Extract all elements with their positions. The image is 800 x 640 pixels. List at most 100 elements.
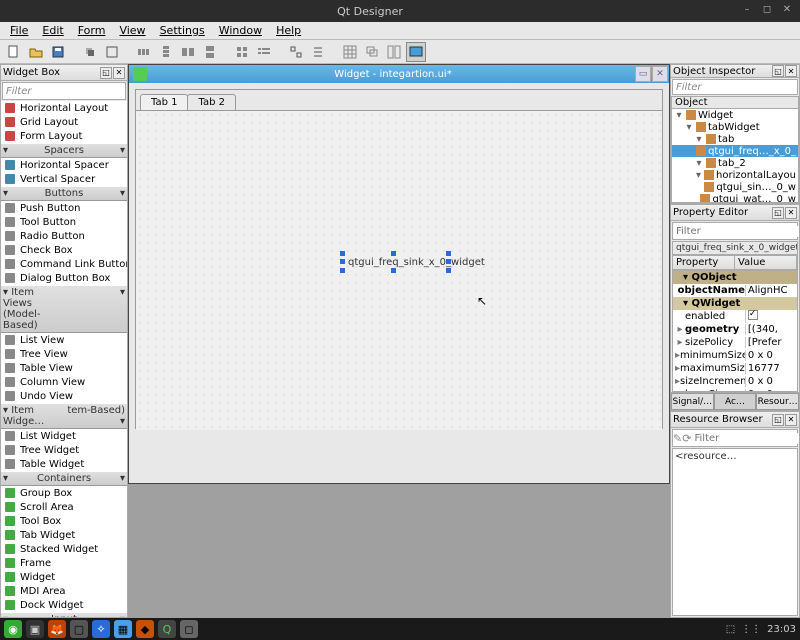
send-back-icon[interactable] bbox=[80, 42, 100, 62]
cascade-icon[interactable] bbox=[362, 42, 382, 62]
oi-tree-item[interactable]: ▾tab bbox=[672, 133, 798, 145]
layout-form-icon[interactable] bbox=[254, 42, 274, 62]
resize-handle[interactable] bbox=[391, 268, 396, 273]
terminal-icon[interactable]: ▢ bbox=[70, 620, 88, 638]
widget-item[interactable]: Stacked Widget bbox=[1, 542, 127, 556]
form-close-icon[interactable]: ✕ bbox=[652, 66, 668, 82]
widget-category[interactable]: ▾ Item Views (Model-Based) ▾ bbox=[1, 285, 127, 333]
save-icon[interactable] bbox=[48, 42, 68, 62]
widget-item[interactable]: Column View bbox=[1, 375, 127, 389]
pe-tab-signals[interactable]: Signal/… bbox=[671, 393, 714, 410]
oi-tree-item[interactable]: qtgui_wat…_0_w bbox=[672, 193, 798, 203]
dock-close-icon[interactable]: ✕ bbox=[785, 65, 797, 77]
widget-item[interactable]: Group Box bbox=[1, 486, 127, 500]
dock-close-icon[interactable]: ✕ bbox=[785, 207, 797, 219]
widget-item[interactable]: List Widget bbox=[1, 429, 127, 443]
widget-item[interactable]: Dialog Button Box bbox=[1, 271, 127, 285]
widget-item[interactable]: MDI Area bbox=[1, 584, 127, 598]
pe-tab-actions[interactable]: Ac… bbox=[714, 393, 757, 410]
rb-filter-input[interactable] bbox=[691, 433, 800, 444]
tab-widget[interactable]: Tab 1 Tab 2 qtgui_freq_sink_x_0_widget bbox=[135, 89, 663, 429]
widget-item[interactable]: Grid Layout bbox=[1, 115, 127, 129]
network-icon[interactable]: ⋮⋮ bbox=[741, 624, 761, 635]
clock[interactable]: 23:03 bbox=[767, 624, 796, 635]
pe-group[interactable]: ▾ QObject bbox=[673, 271, 797, 284]
maximize-icon[interactable]: ◻ bbox=[760, 4, 774, 18]
pe-property-row[interactable]: ▸sizePolicy[Prefer bbox=[673, 336, 797, 349]
pe-table[interactable]: ▾ QObjectobjectNameAlignHC▾ QWidgetenabl… bbox=[672, 270, 798, 392]
widget-item[interactable]: Scroll Area bbox=[1, 500, 127, 514]
oi-tree-item[interactable]: ▾tab_2 bbox=[672, 157, 798, 169]
selected-widget[interactable]: qtgui_freq_sink_x_0_widget bbox=[346, 256, 487, 269]
pe-property-row[interactable]: ▸maximumSize16777 bbox=[673, 362, 797, 375]
dock-close-icon[interactable]: ✕ bbox=[785, 414, 797, 426]
resize-handle[interactable] bbox=[446, 251, 451, 256]
widget-category[interactable]: ▾Buttons▾ bbox=[1, 186, 127, 201]
menu-settings[interactable]: Settings bbox=[154, 23, 211, 38]
dock-float-icon[interactable]: ◱ bbox=[772, 414, 784, 426]
dock-close-icon[interactable]: ✕ bbox=[113, 67, 125, 79]
widget-item[interactable]: Tree Widget bbox=[1, 443, 127, 457]
qt-designer-task-icon[interactable]: Q bbox=[158, 620, 176, 638]
widget-item[interactable]: Table Widget bbox=[1, 457, 127, 471]
widget-item[interactable]: Undo View bbox=[1, 389, 127, 403]
form-minimize-icon[interactable]: ▭ bbox=[635, 66, 651, 82]
oi-tree-item[interactable]: ▾tabWidget bbox=[672, 121, 798, 133]
dock-float-icon[interactable]: ◱ bbox=[772, 65, 784, 77]
tab-page[interactable]: qtgui_freq_sink_x_0_widget ↖ bbox=[136, 110, 662, 430]
resize-handle[interactable] bbox=[340, 251, 345, 256]
oi-column-header[interactable]: Object bbox=[671, 96, 799, 108]
oi-tree-item[interactable]: qtgui_freq…_x_0_ bbox=[672, 145, 798, 157]
rb-body[interactable]: <resource… bbox=[672, 448, 798, 616]
design-canvas[interactable]: Widget - integartion.ui* ▭ ✕ Tab 1 Tab 2… bbox=[128, 64, 670, 618]
start-menu-icon[interactable]: ◉ bbox=[4, 620, 22, 638]
pe-property-row[interactable]: ▸sizeIncrement0 x 0 bbox=[673, 375, 797, 388]
pe-tab-resources[interactable]: Resour… bbox=[756, 393, 799, 410]
app3-icon[interactable]: ◻ bbox=[180, 620, 198, 638]
pe-property-row[interactable]: ▸minimumSize0 x 0 bbox=[673, 349, 797, 362]
tab-2[interactable]: Tab 2 bbox=[187, 94, 235, 110]
widget-box-list[interactable]: Horizontal LayoutGrid LayoutForm Layout▾… bbox=[1, 101, 127, 617]
menu-view[interactable]: View bbox=[113, 23, 151, 38]
widget-item[interactable]: Check Box bbox=[1, 243, 127, 257]
widget-item[interactable]: Tab Widget bbox=[1, 528, 127, 542]
widget-category[interactable]: ▾Spacers▾ bbox=[1, 143, 127, 158]
grid-icon[interactable] bbox=[340, 42, 360, 62]
menu-help[interactable]: Help bbox=[270, 23, 307, 38]
tray-icon[interactable]: ⬚ bbox=[726, 624, 735, 635]
dock-float-icon[interactable]: ◱ bbox=[100, 67, 112, 79]
layout-vsplit-icon[interactable] bbox=[200, 42, 220, 62]
resize-handle[interactable] bbox=[340, 259, 345, 264]
oi-tree-item[interactable]: ▾Widget bbox=[672, 109, 798, 121]
layout-v-icon[interactable] bbox=[156, 42, 176, 62]
widget-item[interactable]: List View bbox=[1, 333, 127, 347]
widget-item[interactable]: Command Link Button bbox=[1, 257, 127, 271]
layout-hsplit-icon[interactable] bbox=[178, 42, 198, 62]
widget-item[interactable]: Radio Button bbox=[1, 229, 127, 243]
pe-group[interactable]: ▾ QWidget bbox=[673, 297, 797, 310]
widget-item[interactable]: Table View bbox=[1, 361, 127, 375]
menu-edit[interactable]: Edit bbox=[36, 23, 69, 38]
adjust-size-icon[interactable] bbox=[308, 42, 328, 62]
firefox-icon[interactable]: 🦊 bbox=[48, 620, 66, 638]
pe-property-row[interactable]: objectNameAlignHC bbox=[673, 284, 797, 297]
resize-handle[interactable] bbox=[446, 259, 451, 264]
close-icon[interactable]: ✕ bbox=[780, 4, 794, 18]
widget-category[interactable]: ▾Input Widgets▾ bbox=[1, 612, 127, 617]
tile-icon[interactable] bbox=[384, 42, 404, 62]
break-layout-icon[interactable] bbox=[286, 42, 306, 62]
layout-grid-icon[interactable] bbox=[232, 42, 252, 62]
pe-property-row[interactable]: ▸geometry[(340, bbox=[673, 323, 797, 336]
oi-tree-item[interactable]: ▾horizontalLayou bbox=[672, 169, 798, 181]
widget-item[interactable]: Horizontal Spacer bbox=[1, 158, 127, 172]
widget-item[interactable]: Widget bbox=[1, 570, 127, 584]
widget-item[interactable]: Tool Box bbox=[1, 514, 127, 528]
edit-widgets-icon[interactable] bbox=[102, 42, 122, 62]
widget-item[interactable]: Horizontal Layout bbox=[1, 101, 127, 115]
widget-item[interactable]: Tool Button bbox=[1, 215, 127, 229]
files-icon[interactable]: ▣ bbox=[26, 620, 44, 638]
reload-icon[interactable]: ⟳ bbox=[682, 430, 691, 446]
dock-float-icon[interactable]: ◱ bbox=[772, 207, 784, 219]
resize-handle[interactable] bbox=[340, 268, 345, 273]
layout-h-icon[interactable] bbox=[134, 42, 154, 62]
